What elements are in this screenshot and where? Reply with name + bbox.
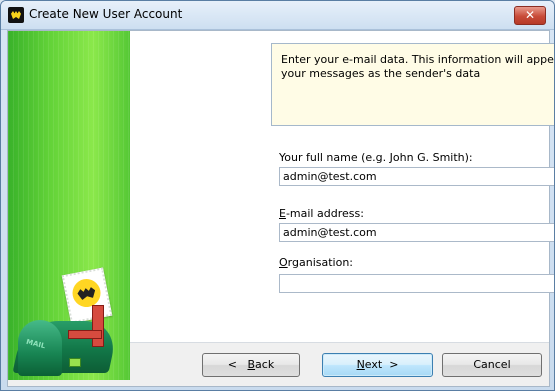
wizard-client-area: MAIL Enter your e-mail data. This inform… [7, 30, 554, 387]
back-label: ack [255, 358, 275, 371]
organisation-label-accelerator: O [279, 256, 288, 269]
back-arrow: < [227, 358, 237, 371]
wizard-content: Enter your e-mail data. This information… [130, 31, 554, 342]
full-name-input[interactable]: admin@test.com [279, 167, 554, 186]
bat-app-icon [8, 7, 24, 23]
cancel-button[interactable]: Cancel [442, 353, 542, 377]
wizard-sidebar: MAIL [8, 31, 130, 380]
organisation-label-rest: rganisation: [287, 256, 354, 269]
email-label-rest: -mail address: [285, 207, 364, 220]
full-name-label: Your full name (e.g. John G. Smith): [279, 151, 473, 164]
window-title: Create New User Account [29, 7, 183, 21]
info-panel: Enter your e-mail data. This information… [271, 43, 554, 126]
organisation-label: Organisation: [279, 256, 353, 269]
organisation-input[interactable] [279, 274, 554, 293]
next-arrow: > [389, 358, 399, 371]
create-user-account-window: Create New User Account ✕ MAIL Enter you… [0, 0, 555, 391]
email-input[interactable]: admin@test.com [279, 223, 554, 242]
next-accelerator: N [356, 358, 365, 371]
back-button[interactable]: < Back [202, 353, 300, 377]
next-button[interactable]: Next > [322, 353, 433, 377]
button-separator [130, 342, 549, 343]
email-label-accelerator: E [279, 207, 286, 220]
back-accelerator: B [247, 358, 256, 371]
close-button[interactable]: ✕ [514, 6, 546, 25]
email-label: E-mail address: [279, 207, 364, 220]
next-label: ext [364, 358, 383, 371]
info-text: Enter your e-mail data. This information… [281, 53, 554, 80]
title-bar: Create New User Account ✕ [1, 1, 554, 30]
mailbox-icon: MAIL [12, 293, 130, 381]
